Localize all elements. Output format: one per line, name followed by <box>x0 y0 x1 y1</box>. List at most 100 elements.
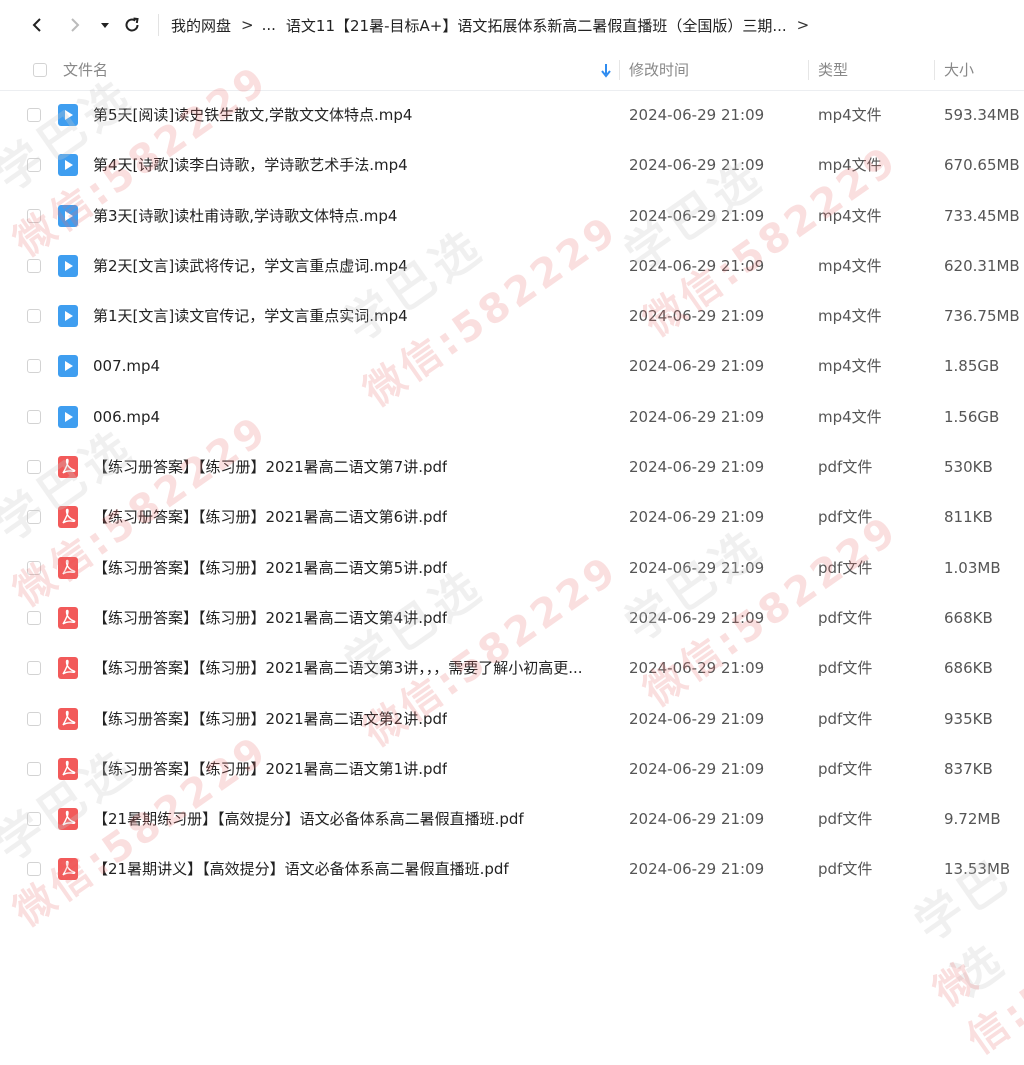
file-modified-time: 2024-06-29 21:09 <box>629 810 765 829</box>
row-checkbox[interactable] <box>27 610 41 625</box>
file-type: mp4文件 <box>818 357 882 376</box>
video-file-icon <box>58 104 78 126</box>
file-type: pdf文件 <box>818 608 873 627</box>
file-modified-time: 2024-06-29 21:09 <box>629 458 765 477</box>
row-checkbox[interactable] <box>27 510 41 525</box>
row-checkbox[interactable] <box>27 309 41 324</box>
file-modified-time: 2024-06-29 21:09 <box>629 206 765 225</box>
column-divider[interactable] <box>808 60 809 80</box>
column-divider[interactable] <box>934 60 935 80</box>
row-checkbox[interactable] <box>27 409 41 424</box>
file-name[interactable]: 【21暑期讲义】【高效提分】语文必备体系高二暑假直播班.pdf <box>93 844 509 894</box>
file-size: 736.75MB <box>944 307 1020 326</box>
file-type: mp4文件 <box>818 156 882 175</box>
row-checkbox[interactable] <box>27 560 41 575</box>
file-name[interactable]: 【21暑期练习册】【高效提分】语文必备体系高二暑假直播班.pdf <box>93 794 524 844</box>
column-header-modified[interactable]: 修改时间 <box>629 50 689 90</box>
video-file-icon <box>58 305 78 328</box>
refresh-button[interactable] <box>119 12 145 38</box>
file-name[interactable]: 第4天[诗歌]读李白诗歌，学诗歌艺术手法.mp4 <box>93 140 408 190</box>
chevron-left-icon <box>32 18 41 32</box>
file-name[interactable]: 【练习册答案】【练习册】2021暑高二语文第5讲.pdf <box>93 543 447 593</box>
file-row[interactable]: 第3天[诗歌]读杜甫诗歌,学诗歌文体特点.mp4 2024-06-29 21:09… <box>0 191 1024 241</box>
row-checkbox[interactable] <box>27 812 41 827</box>
column-header-name[interactable]: 文件名 <box>63 50 108 90</box>
file-name[interactable]: 007.mp4 <box>93 341 160 391</box>
file-row[interactable]: 【练习册答案】【练习册】2021暑高二语文第7讲.pdf 2024-06-29 2… <box>0 442 1024 492</box>
row-checkbox[interactable] <box>27 460 41 475</box>
file-row[interactable]: 006.mp4 2024-06-29 21:09 mp4文件 1.56GB <box>0 392 1024 442</box>
history-dropdown-button[interactable] <box>92 12 118 38</box>
file-type: mp4文件 <box>818 206 882 225</box>
file-row[interactable]: 【练习册答案】【练习册】2021暑高二语文第2讲.pdf 2024-06-29 2… <box>0 694 1024 744</box>
file-row[interactable]: 第5天[阅读]读史铁生散文,学散文文体特点.mp4 2024-06-29 21:0… <box>0 90 1024 140</box>
file-row[interactable]: 【练习册答案】【练习册】2021暑高二语文第1讲.pdf 2024-06-29 2… <box>0 744 1024 794</box>
file-modified-time: 2024-06-29 21:09 <box>629 307 765 326</box>
column-header-type[interactable]: 类型 <box>818 50 848 90</box>
file-size: 686KB <box>944 659 993 678</box>
file-modified-time: 2024-06-29 21:09 <box>629 256 765 275</box>
file-modified-time: 2024-06-29 21:09 <box>629 558 765 577</box>
row-checkbox[interactable] <box>27 661 41 676</box>
caret-down-icon <box>101 23 109 28</box>
back-button[interactable] <box>24 12 50 38</box>
file-name[interactable]: 【练习册答案】【练习册】2021暑高二语文第2讲.pdf <box>93 694 447 744</box>
file-row[interactable]: 【练习册答案】【练习册】2021暑高二语文第6讲.pdf 2024-06-29 2… <box>0 492 1024 542</box>
breadcrumb-ellipsis[interactable]: ... <box>262 16 276 34</box>
column-header-size[interactable]: 大小 <box>944 50 974 90</box>
file-row[interactable]: 【练习册答案】【练习册】2021暑高二语文第3讲，，，需要了解小初高更... 20… <box>0 643 1024 693</box>
row-checkbox[interactable] <box>27 108 41 122</box>
file-list-header: 文件名 修改时间 类型 大小 <box>0 50 1024 91</box>
file-type: pdf文件 <box>818 810 873 829</box>
file-name[interactable]: 【练习册答案】【练习册】2021暑高二语文第1讲.pdf <box>93 744 447 794</box>
row-checkbox[interactable] <box>27 359 41 374</box>
row-checkbox[interactable] <box>27 258 41 273</box>
file-modified-time: 2024-06-29 21:09 <box>629 508 765 527</box>
breadcrumb-separator: > <box>241 16 254 34</box>
row-checkbox[interactable] <box>27 711 41 726</box>
file-row[interactable]: 【21暑期练习册】【高效提分】语文必备体系高二暑假直播班.pdf 2024-06-… <box>0 794 1024 844</box>
file-list: 第5天[阅读]读史铁生散文,学散文文体特点.mp4 2024-06-29 21:0… <box>0 90 1024 895</box>
file-name[interactable]: 【练习册答案】【练习册】2021暑高二语文第7讲.pdf <box>93 442 447 492</box>
file-modified-time: 2024-06-29 21:09 <box>629 357 765 376</box>
pdf-file-icon <box>58 757 78 780</box>
row-checkbox[interactable] <box>27 158 41 173</box>
pdf-file-icon <box>58 506 78 529</box>
file-row[interactable]: 【练习册答案】【练习册】2021暑高二语文第5讲.pdf 2024-06-29 2… <box>0 543 1024 593</box>
row-checkbox[interactable] <box>27 761 41 776</box>
file-modified-time: 2024-06-29 21:09 <box>629 608 765 627</box>
column-divider[interactable] <box>619 60 620 80</box>
forward-button[interactable] <box>62 12 88 38</box>
file-size: 811KB <box>944 508 993 527</box>
file-name[interactable]: 【练习册答案】【练习册】2021暑高二语文第6讲.pdf <box>93 492 447 542</box>
file-type: pdf文件 <box>818 659 873 678</box>
file-name[interactable]: 第5天[阅读]读史铁生散文,学散文文体特点.mp4 <box>93 90 412 140</box>
file-row[interactable]: 第4天[诗歌]读李白诗歌，学诗歌艺术手法.mp4 2024-06-29 21:09… <box>0 140 1024 190</box>
file-name[interactable]: 006.mp4 <box>93 392 160 442</box>
sort-descending-icon[interactable] <box>600 62 612 78</box>
breadcrumb: 我的网盘 > ... 语文11【21暑-目标A+】语文拓展体系新高二暑假直播班（… <box>171 0 817 50</box>
row-checkbox[interactable] <box>27 862 41 877</box>
breadcrumb-current[interactable]: 语文11【21暑-目标A+】语文拓展体系新高二暑假直播班（全国版）三期... <box>286 15 787 36</box>
toolbar-divider <box>158 14 159 36</box>
pdf-file-icon <box>58 858 78 881</box>
breadcrumb-root[interactable]: 我的网盘 <box>171 15 231 36</box>
file-modified-time: 2024-06-29 21:09 <box>629 407 765 426</box>
file-type: mp4文件 <box>818 256 882 275</box>
file-name[interactable]: 【练习册答案】【练习册】2021暑高二语文第3讲，，，需要了解小初高更... <box>93 643 583 693</box>
file-name[interactable]: 第2天[文言]读武将传记，学文言重点虚词.mp4 <box>93 241 408 291</box>
file-type: pdf文件 <box>818 458 873 477</box>
file-size: 1.56GB <box>944 407 1000 426</box>
file-row[interactable]: 007.mp4 2024-06-29 21:09 mp4文件 1.85GB <box>0 341 1024 391</box>
file-row[interactable]: 第1天[文言]读文官传记，学文言重点实词.mp4 2024-06-29 21:09… <box>0 291 1024 341</box>
file-name[interactable]: 第3天[诗歌]读杜甫诗歌,学诗歌文体特点.mp4 <box>93 191 397 241</box>
row-checkbox[interactable] <box>27 208 41 223</box>
pdf-file-icon <box>58 556 78 579</box>
file-row[interactable]: 第2天[文言]读武将传记，学文言重点虚词.mp4 2024-06-29 21:09… <box>0 241 1024 291</box>
file-name[interactable]: 【练习册答案】【练习册】2021暑高二语文第4讲.pdf <box>93 593 447 643</box>
breadcrumb-separator[interactable]: > <box>797 16 810 34</box>
select-all-checkbox[interactable] <box>33 63 47 77</box>
file-name[interactable]: 第1天[文言]读文官传记，学文言重点实词.mp4 <box>93 291 408 341</box>
file-row[interactable]: 【21暑期讲义】【高效提分】语文必备体系高二暑假直播班.pdf 2024-06-2… <box>0 844 1024 894</box>
file-row[interactable]: 【练习册答案】【练习册】2021暑高二语文第4讲.pdf 2024-06-29 2… <box>0 593 1024 643</box>
